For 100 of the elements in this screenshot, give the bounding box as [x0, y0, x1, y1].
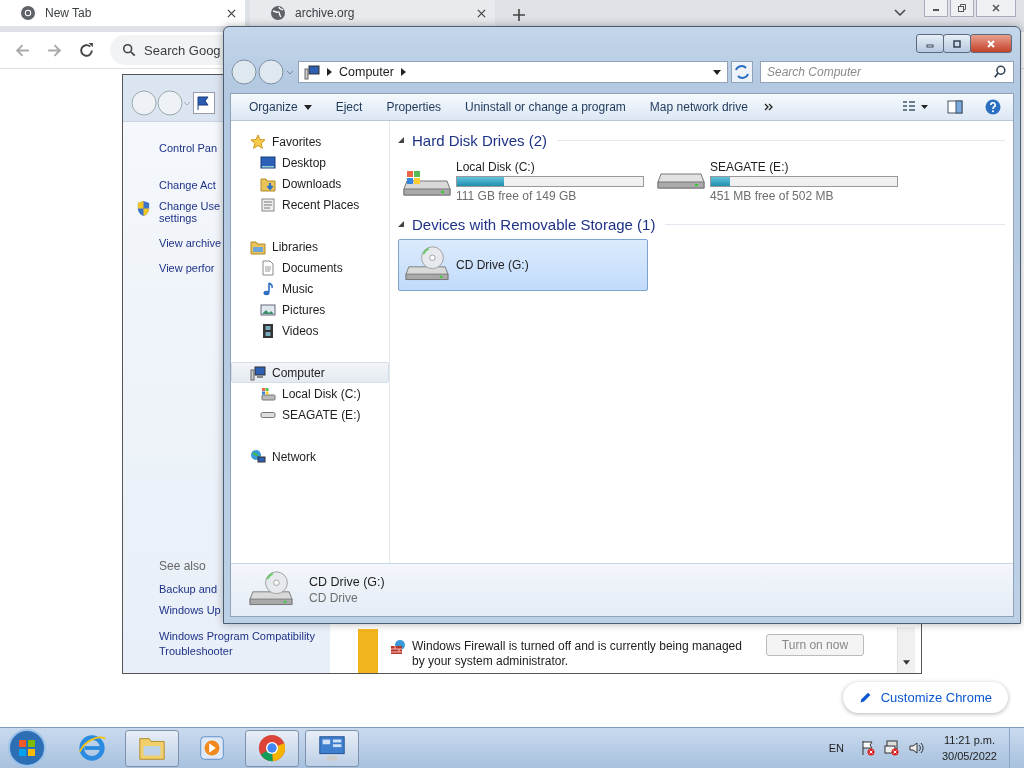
group-heading[interactable]: Hard Disk Drives (2) [412, 131, 547, 149]
sidebar-link[interactable]: View archive [159, 237, 221, 249]
sidebar-link[interactable]: Windows Program Compatibility Troubleshooter [159, 629, 324, 659]
preview-pane-icon[interactable] [947, 99, 963, 115]
chrome-icon [20, 5, 36, 21]
film-icon [260, 322, 276, 339]
firewall-message: Windows Firewall is turned off and is currently being managed by your system administrator. [412, 639, 743, 669]
reload-icon[interactable] [78, 41, 95, 59]
toolbar-button[interactable]: Organize [241, 96, 320, 118]
dropdown-arrow-icon[interactable] [713, 69, 721, 75]
warning-bar [358, 629, 378, 673]
nav-item[interactable]: Pictures [231, 299, 389, 320]
start-orb-icon[interactable] [7, 728, 47, 768]
chrome-icon [257, 733, 287, 763]
close-icon [991, 3, 1001, 13]
picture-icon [260, 301, 276, 318]
nav-item[interactable]: Recent Places [231, 194, 389, 215]
clock[interactable]: 11:21 p.m. 30/05/2022 [941, 732, 997, 764]
sidebar-link[interactable]: Change Act [159, 179, 221, 191]
collapse-arrow-icon[interactable] [398, 221, 404, 227]
see-also-heading: See also [159, 559, 207, 573]
address-bar[interactable]: Computer [298, 61, 728, 83]
library-folder-icon [250, 238, 266, 255]
close-icon[interactable] [227, 8, 236, 18]
maximize-icon [952, 38, 962, 49]
new-tab-icon[interactable] [513, 9, 525, 21]
firewall-icon [390, 639, 406, 655]
maximize-button[interactable] [943, 34, 971, 53]
drive-icon [260, 411, 276, 418]
nav-item[interactable]: SEAGATE (E:) [231, 404, 389, 425]
globe-icon [270, 5, 286, 21]
restore-icon [957, 3, 967, 13]
computer-icon [250, 364, 266, 381]
sidebar-link[interactable]: View perfor [159, 262, 221, 274]
taskbar-button[interactable] [305, 729, 359, 767]
nav-item[interactable]: Videos [231, 320, 389, 341]
sidebar-link[interactable]: Windows Up [159, 604, 221, 616]
recent-places-icon [260, 196, 276, 213]
breadcrumb-arrow-icon [327, 68, 332, 76]
details-type: CD Drive [309, 591, 359, 605]
restore-button[interactable] [950, 0, 974, 17]
customize-chrome-button[interactable]: Customize Chrome [842, 682, 1008, 713]
address-bar[interactable] [193, 92, 215, 114]
nav-item[interactable]: Downloads [231, 173, 389, 194]
document-icon [260, 259, 276, 276]
flag-icon [196, 96, 210, 110]
nav-item[interactable]: Desktop [231, 152, 389, 173]
speaker-icon[interactable] [907, 740, 924, 756]
nav-item[interactable]: Favorites [231, 131, 389, 152]
toolbar-button[interactable]: Eject [327, 96, 371, 118]
close-icon [986, 38, 996, 49]
flag-with-x-icon[interactable] [859, 740, 876, 756]
network-icon [250, 448, 266, 465]
sidebar-link[interactable]: Change Use settings [159, 200, 221, 224]
nav-item[interactable]: Libraries [231, 236, 389, 257]
search-field[interactable]: Search Goog [110, 35, 224, 65]
more-chevron-icon[interactable] [763, 103, 774, 111]
search-icon [993, 65, 1007, 79]
scrollbar[interactable] [897, 627, 915, 673]
drive-tile[interactable]: Local Disk (C:) 111 GB free of 149 GB [398, 155, 648, 207]
network-disconnected-icon[interactable] [883, 740, 900, 756]
drive-icon [260, 385, 276, 402]
drive-tile[interactable]: CD Drive (G:) [398, 239, 648, 291]
nav-item[interactable]: Network [231, 446, 389, 467]
group-heading[interactable]: Devices with Removable Storage (1) [412, 215, 656, 233]
close-icon[interactable] [477, 8, 486, 18]
refresh-icon[interactable] [731, 61, 753, 83]
taskbar-button[interactable] [125, 729, 179, 767]
nav-item[interactable]: Local Disk (C:) [231, 383, 389, 404]
toolbar-button[interactable]: Properties [378, 96, 450, 118]
sidebar-link[interactable]: Control Pan [159, 142, 221, 154]
sidebar-link[interactable]: Backup and [159, 583, 221, 595]
toolbar-button[interactable]: Uninstall or change a program [457, 96, 634, 118]
minimize-button[interactable] [916, 34, 944, 53]
control-panel-icon [317, 733, 347, 763]
chevron-down-icon[interactable] [894, 9, 906, 17]
collapse-arrow-icon[interactable] [398, 137, 404, 143]
toolbar-button[interactable]: Map network drive [641, 96, 756, 118]
search-field[interactable]: Search Computer [760, 61, 1014, 83]
nav-item[interactable]: Music [231, 278, 389, 299]
pencil-icon [858, 691, 872, 704]
nav-item[interactable]: Documents [231, 257, 389, 278]
star-icon [250, 133, 266, 150]
play-icon [197, 733, 227, 763]
browser-tab[interactable]: archive.org [250, 0, 495, 26]
drive-tile[interactable]: SEAGATE (E:) 451 MB free of 502 MB [652, 155, 902, 207]
details-name: CD Drive (G:) [309, 575, 385, 589]
breadcrumb-arrow-icon [400, 68, 406, 76]
scroll-down-icon[interactable] [903, 660, 910, 665]
language-indicator[interactable]: EN [828, 742, 844, 754]
computer-icon [304, 64, 320, 80]
browser-tab[interactable]: New Tab [0, 0, 245, 26]
taskbar-button[interactable] [245, 729, 299, 767]
desktop-icon [260, 154, 276, 171]
nav-item[interactable]: Computer [231, 362, 389, 383]
minimize-button[interactable] [924, 0, 948, 17]
back-forward-buttons-icon[interactable] [230, 58, 296, 86]
close-button[interactable] [970, 34, 1012, 53]
hard-drive-icon [657, 173, 705, 189]
help-icon[interactable] [985, 99, 1001, 115]
